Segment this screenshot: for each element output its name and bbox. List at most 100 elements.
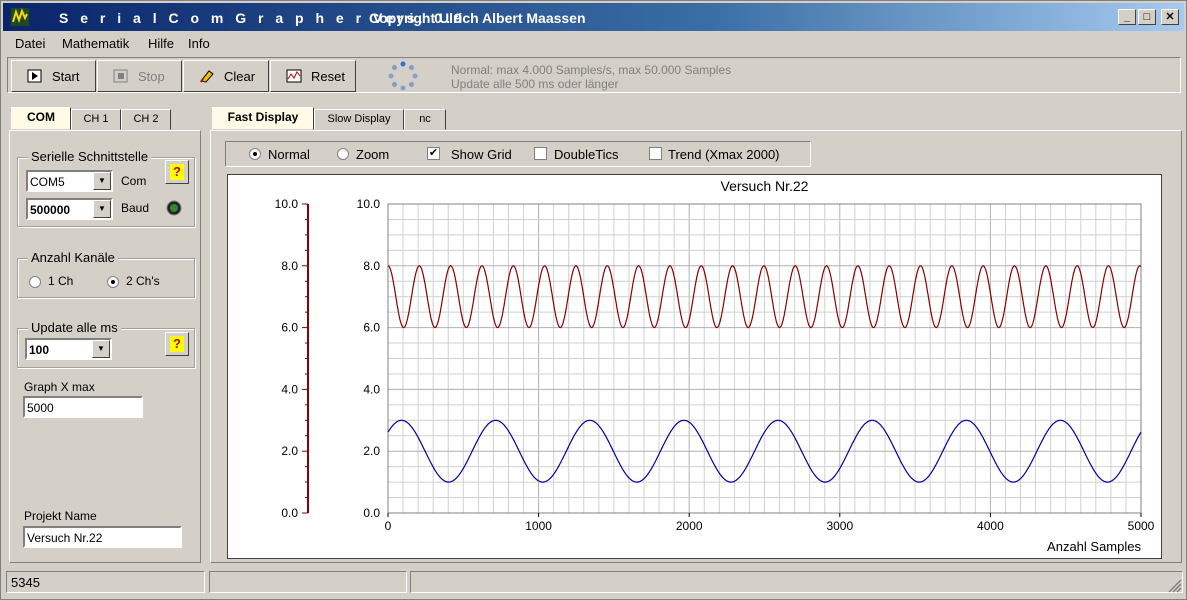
port-combo[interactable]: COM5 ▼ <box>26 170 113 192</box>
trend-checkbox[interactable] <box>649 147 662 160</box>
start-button[interactable]: Start <box>11 60 96 92</box>
status-cell-3 <box>410 571 1183 593</box>
help-icon: ? <box>170 336 184 352</box>
left-y-tick-label: 0.0 <box>281 506 298 520</box>
resize-grip-icon[interactable] <box>1166 577 1182 593</box>
double-tics-label: DoubleTics <box>554 147 619 162</box>
window-copyright: Copyright Ulrich Albert Maassen <box>369 10 586 26</box>
display-options-bar: Normal Zoom ✔ Show Grid DoubleTics Trend… <box>225 141 811 167</box>
com-settings-pane: Serielle Schnittstelle COM5 ▼ Com 500000… <box>9 130 201 563</box>
chart-reset-icon <box>286 69 302 83</box>
stop-button[interactable]: Stop <box>97 60 182 92</box>
y-tick-label: 2.0 <box>363 444 380 458</box>
y-tick-label: 8.0 <box>363 259 380 273</box>
toolbar: Start Stop Clear Reset Normal: max 4.000… <box>7 57 1181 93</box>
graph-panel[interactable]: Versuch Nr.22 0.0 2.0 4.0 6.0 8.0 10.0 0 1000 200… <box>227 174 1162 559</box>
radio-2ch[interactable] <box>107 276 119 288</box>
graph-xmax-value: 5000 <box>27 401 54 415</box>
update-interval-combo[interactable]: 100 ▼ <box>25 338 112 360</box>
eraser-icon <box>200 70 214 83</box>
left-y-tick-label: 4.0 <box>281 382 298 396</box>
baud-label: Baud <box>121 201 150 215</box>
app-icon <box>11 8 29 26</box>
radio-1ch[interactable] <box>29 276 41 288</box>
x-tick-label: 1000 <box>525 519 552 533</box>
left-y-tick-label: 2.0 <box>281 444 298 458</box>
y-tick-label: 10.0 <box>357 197 381 211</box>
chart-title: Versuch Nr.22 <box>721 178 809 194</box>
channel-count-group: Anzahl Kanäle 1 Ch 2 Ch's <box>17 250 195 298</box>
connection-led-icon <box>166 200 182 216</box>
serial-port-group-title: Serielle Schnittstelle <box>28 149 152 164</box>
project-name-value: Versuch Nr.22 <box>27 531 103 545</box>
menu-mathematik[interactable]: Mathematik <box>62 36 129 51</box>
tab-ch2[interactable]: CH 2 <box>121 109 171 130</box>
trend-label: Trend (Xmax 2000) <box>668 147 780 162</box>
chevron-down-icon[interactable]: ▼ <box>93 172 111 190</box>
baud-value: 500000 <box>30 203 71 217</box>
tab-com[interactable]: COM <box>11 107 71 130</box>
menu-hilfe[interactable]: Hilfe <box>148 36 174 51</box>
info-line-1: Normal: max 4.000 Samples/s, max 50.000 … <box>451 63 732 77</box>
status-count: 5345 <box>11 575 40 590</box>
x-tick-label: 4000 <box>977 519 1004 533</box>
graph-xmax-label: Graph X max <box>24 380 95 394</box>
display-tab-strip: Fast Display Slow Display nc <box>212 107 452 131</box>
serial-help-button[interactable]: ? <box>165 160 189 184</box>
port-value: COM5 <box>30 175 65 189</box>
left-y-tick-label: 10.0 <box>275 197 299 211</box>
radio-2ch-label: 2 Ch's <box>126 274 160 288</box>
graph-xmax-input[interactable]: 5000 <box>23 396 143 418</box>
chevron-down-icon[interactable]: ▼ <box>92 340 110 358</box>
stop-icon <box>113 69 128 83</box>
main-window: S e r i a l C o m G r a p h e r Vers. 0.… <box>0 0 1187 600</box>
show-grid-checkbox[interactable]: ✔ <box>427 147 440 160</box>
y-tick-label: 6.0 <box>363 321 380 335</box>
tab-ch1[interactable]: CH 1 <box>71 109 121 130</box>
left-tab-strip: COM CH 1 CH 2 <box>11 107 201 131</box>
channel-count-group-title: Anzahl Kanäle <box>28 250 118 265</box>
x-tick-label: 3000 <box>826 519 853 533</box>
tab-fast-display[interactable]: Fast Display <box>212 107 314 130</box>
clear-button[interactable]: Clear <box>183 60 269 92</box>
busy-spinner-icon <box>388 61 418 91</box>
serial-port-group: Serielle Schnittstelle COM5 ▼ Com 500000… <box>17 149 195 227</box>
menu-bar: Datei Mathematik Hilfe Info <box>3 33 1184 55</box>
left-y-tick-label: 6.0 <box>281 321 298 335</box>
double-tics-checkbox[interactable] <box>534 147 547 160</box>
radio-1ch-label: 1 Ch <box>48 274 74 288</box>
status-cell-2 <box>209 571 407 593</box>
chart-svg[interactable]: Versuch Nr.22 0.0 2.0 4.0 6.0 8.0 10.0 0 1000 200… <box>228 175 1161 558</box>
radio-zoom[interactable] <box>337 148 349 160</box>
reset-button[interactable]: Reset <box>270 60 356 92</box>
menu-info[interactable]: Info <box>188 36 210 51</box>
y-tick-label: 0.0 <box>363 506 380 520</box>
status-bar: 5345 <box>3 571 1184 595</box>
help-icon: ? <box>170 164 184 180</box>
x-axis-label: Anzahl Samples <box>1047 539 1141 554</box>
title-bar[interactable]: S e r i a l C o m G r a p h e r Vers. 0.… <box>3 3 1184 31</box>
reset-label: Reset <box>311 69 345 84</box>
maximize-button[interactable]: □ <box>1138 9 1156 25</box>
update-interval-group-title: Update alle ms <box>28 320 121 335</box>
update-help-button[interactable]: ? <box>165 332 189 356</box>
menu-datei[interactable]: Datei <box>15 36 45 51</box>
radio-zoom-label: Zoom <box>356 147 390 162</box>
tab-slow-display[interactable]: Slow Display <box>314 109 404 130</box>
update-interval-value: 100 <box>29 343 50 357</box>
y-tick-label: 4.0 <box>363 382 380 396</box>
baud-combo[interactable]: 500000 ▼ <box>26 198 113 220</box>
status-count-cell: 5345 <box>6 571 205 593</box>
show-grid-label: Show Grid <box>451 147 512 162</box>
clear-label: Clear <box>224 69 256 84</box>
port-label: Com <box>121 174 147 188</box>
project-name-input[interactable]: Versuch Nr.22 <box>23 526 182 548</box>
minimize-button[interactable]: _ <box>1118 9 1136 25</box>
radio-normal-label: Normal <box>268 147 310 162</box>
play-icon <box>27 69 42 83</box>
project-name-label: Projekt Name <box>24 509 97 523</box>
chevron-down-icon[interactable]: ▼ <box>93 200 111 218</box>
close-button[interactable]: ✕ <box>1161 9 1179 25</box>
tab-nc[interactable]: nc <box>404 109 446 130</box>
radio-normal[interactable] <box>249 148 261 160</box>
